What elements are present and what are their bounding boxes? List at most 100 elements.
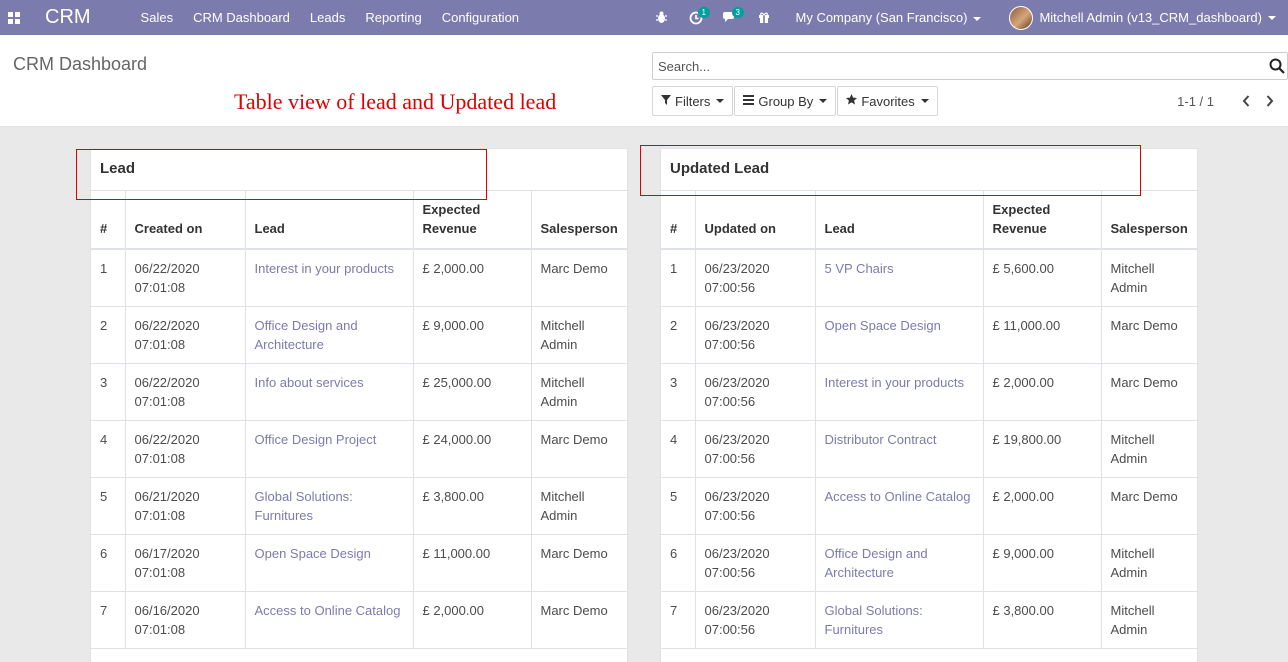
date-cell: 06/23/2020 07:00:56 (695, 363, 816, 421)
salesperson-cell: Mitchell Admin (1101, 249, 1197, 307)
lead-link[interactable]: Interest in your products (245, 249, 414, 307)
date-cell: 06/23/2020 07:00:56 (695, 591, 816, 649)
revenue-cell: £ 19,800.00 (983, 420, 1102, 478)
lead-link[interactable]: 5 VP Chairs (815, 249, 984, 307)
bug-icon[interactable] (652, 0, 672, 35)
menu-reporting[interactable]: Reporting (355, 0, 431, 35)
search-bar (652, 52, 1288, 80)
salesperson-cell: Marc Demo (531, 420, 627, 478)
company-switcher[interactable]: My Company (San Francisco) (796, 10, 982, 25)
table-row[interactable]: 4 06/23/2020 07:00:56 Distributor Contract… (661, 420, 1197, 478)
search-input[interactable] (653, 53, 1243, 79)
table-row[interactable]: 2 06/22/2020 07:01:08 Office Design and Ar… (91, 306, 627, 364)
app-brand[interactable]: CRM (45, 6, 91, 29)
updated-lead-table-body: 1 06/23/2020 07:00:56 5 VP Chairs £ 5,600.0… (661, 249, 1197, 649)
search-icon[interactable] (1269, 58, 1285, 74)
chevron-left-icon[interactable] (1236, 93, 1256, 109)
group-by-label: Group By (758, 93, 814, 109)
user-menu[interactable]: Mitchell Admin (v13_CRM_dashboard) (1009, 5, 1276, 30)
menu-crm-dashboard[interactable]: CRM Dashboard (183, 0, 300, 35)
table-row[interactable]: 5 06/21/2020 07:01:08 Global Solutions: Fu… (91, 477, 627, 535)
table-row[interactable]: 5 06/23/2020 07:00:56 Access to Online Cat… (661, 477, 1197, 535)
lead-link[interactable]: Office Design and Architecture (245, 306, 414, 364)
favorites-button[interactable]: Favorites (837, 86, 938, 116)
table-row[interactable]: 3 06/23/2020 07:00:56 Interest in your pro… (661, 363, 1197, 421)
revenue-cell: £ 2,000.00 (413, 591, 532, 649)
date-cell: 06/22/2020 07:01:08 (125, 249, 246, 307)
revenue-cell: £ 11,000.00 (413, 534, 532, 592)
pager-value[interactable]: 1-1 / 1 (1177, 94, 1214, 109)
top-navbar: CRM Sales CRM Dashboard Leads Reporting … (0, 0, 1288, 35)
updated-lead-panel-title: Updated Lead (661, 149, 1197, 191)
updated-lead-panel: Updated Lead # Updated on Lead Expected … (660, 148, 1198, 662)
date-cell: 06/22/2020 07:01:08 (125, 363, 246, 421)
salesperson-cell: Mitchell Admin (531, 363, 627, 421)
table-row[interactable]: 3 06/22/2020 07:01:08 Info about services £… (91, 363, 627, 421)
row-number: 3 (661, 363, 696, 421)
col-salesperson: Salesperson (1101, 191, 1197, 250)
favorites-label: Favorites (861, 93, 915, 109)
salesperson-cell: Marc Demo (1101, 363, 1197, 421)
chevron-right-icon[interactable] (1260, 93, 1280, 109)
gift-icon[interactable] (754, 0, 774, 35)
salesperson-cell: Mitchell Admin (1101, 534, 1197, 592)
table-header-row: # Created on Lead Expected Revenue Sales… (91, 191, 627, 250)
filters-caret-icon (716, 99, 725, 103)
table-row[interactable]: 2 06/23/2020 07:00:56 Open Space Design £ 1… (661, 306, 1197, 364)
lead-link[interactable]: Distributor Contract (815, 420, 984, 478)
table-row[interactable]: 4 06/22/2020 07:01:08 Office Design Projec… (91, 420, 627, 478)
apps-menu-icon[interactable] (0, 0, 28, 35)
lead-link[interactable]: Global Solutions: Furnitures (815, 591, 984, 649)
lead-link[interactable]: Open Space Design (815, 306, 984, 364)
col-number: # (661, 191, 696, 250)
col-expected-revenue: Expected Revenue (413, 191, 532, 250)
menu-leads[interactable]: Leads (300, 0, 355, 35)
table-row[interactable]: 6 06/17/2020 07:01:08 Open Space Design £ 1… (91, 534, 627, 592)
company-name: My Company (San Francisco) (795, 10, 968, 25)
lead-link[interactable]: Office Design and Architecture (815, 534, 984, 592)
lead-link[interactable]: Interest in your products (815, 363, 984, 421)
activity-icon[interactable]: 1 (686, 0, 710, 35)
row-number: 6 (661, 534, 696, 592)
col-lead: Lead (245, 191, 414, 250)
col-lead: Lead (815, 191, 984, 250)
lead-link[interactable]: Global Solutions: Furnitures (245, 477, 414, 535)
salesperson-cell: Marc Demo (531, 591, 627, 649)
revenue-cell: £ 2,000.00 (413, 249, 532, 307)
dashboard-content: Lead # Created on Lead Expected Revenue … (0, 127, 1288, 662)
row-number: 7 (661, 591, 696, 649)
company-caret-icon (973, 16, 982, 21)
lead-link[interactable]: Access to Online Catalog (815, 477, 984, 535)
table-row[interactable]: 7 06/16/2020 07:01:08 Access to Online Cat… (91, 591, 627, 649)
table-row[interactable]: 7 06/23/2020 07:00:56 Global Solutions: Fu… (661, 591, 1197, 649)
menu-configuration[interactable]: Configuration (432, 0, 529, 35)
star-icon (846, 94, 858, 108)
date-cell: 06/21/2020 07:01:08 (125, 477, 246, 535)
lead-link[interactable]: Access to Online Catalog (245, 591, 414, 649)
lead-link[interactable]: Open Space Design (245, 534, 414, 592)
table-row[interactable]: 1 06/22/2020 07:01:08 Interest in your pro… (91, 249, 627, 307)
menu-sales[interactable]: Sales (131, 0, 184, 35)
activity-badge: 1 (697, 7, 710, 18)
date-cell: 06/23/2020 07:00:56 (695, 306, 816, 364)
salesperson-cell: Marc Demo (1101, 306, 1197, 364)
messages-icon[interactable]: 3 (720, 0, 744, 35)
row-number: 6 (91, 534, 126, 592)
lead-table-body: 1 06/22/2020 07:01:08 Interest in your pro… (91, 249, 627, 649)
lead-link[interactable]: Info about services (245, 363, 414, 421)
filters-button[interactable]: Filters (652, 86, 734, 116)
pager: 1-1 / 1 (1177, 93, 1280, 109)
salesperson-cell: Marc Demo (531, 534, 627, 592)
date-cell: 06/23/2020 07:00:56 (695, 477, 816, 535)
table-row[interactable]: 6 06/23/2020 07:00:56 Office Design and Ar… (661, 534, 1197, 592)
date-cell: 06/22/2020 07:01:08 (125, 420, 246, 478)
revenue-cell: £ 3,800.00 (983, 591, 1102, 649)
lead-link[interactable]: Office Design Project (245, 420, 414, 478)
group-by-button[interactable]: Group By (734, 86, 837, 116)
updated-lead-table: # Updated on Lead Expected Revenue Sales… (661, 191, 1197, 649)
salesperson-cell: Marc Demo (531, 249, 627, 307)
table-row[interactable]: 1 06/23/2020 07:00:56 5 VP Chairs £ 5,600.0… (661, 249, 1197, 307)
avatar (1009, 5, 1034, 30)
date-cell: 06/23/2020 07:00:56 (695, 420, 816, 478)
revenue-cell: £ 9,000.00 (413, 306, 532, 364)
